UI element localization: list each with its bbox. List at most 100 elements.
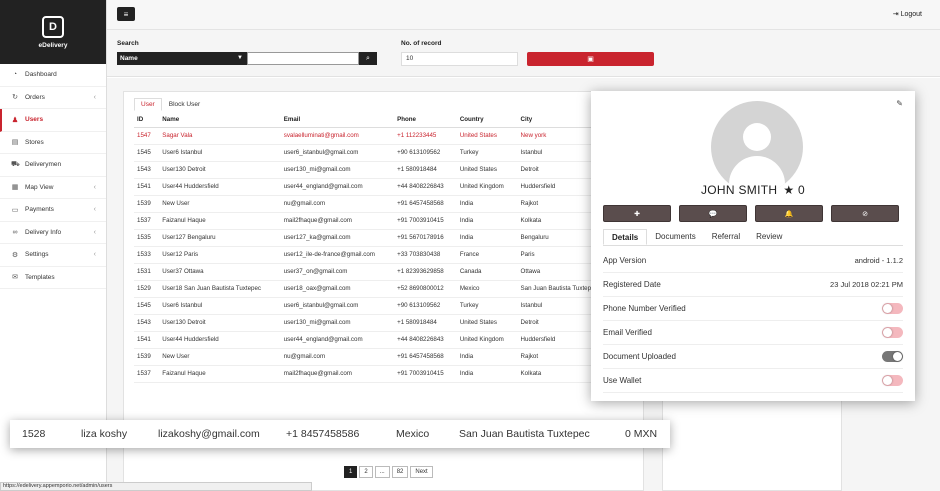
toggle-label: Email Verified xyxy=(603,328,652,337)
table-cell-id: 1545 xyxy=(134,144,160,162)
table-row[interactable]: 1529 User18 San Juan Bautista Tuxtepec use… xyxy=(134,280,639,298)
table-row[interactable]: 1531 User37 Ottawa user37_on@gmail.com +1 8… xyxy=(134,263,639,281)
sidebar-item-label: Settings xyxy=(25,251,49,259)
table-row[interactable]: 1541 User44 Huddersfield user44_england@gm… xyxy=(134,178,639,196)
table-cell-email: user44_england@gmail.com xyxy=(280,178,395,196)
table-row[interactable]: 1543 User130 Detroit user130_mi@gmail.com +… xyxy=(134,314,639,332)
search-button[interactable]: ⌕ xyxy=(359,52,377,65)
table-cell-name: User37 Ottawa xyxy=(159,263,281,281)
sidebar-item-deliverymen[interactable]: ⛟ Deliverymen xyxy=(0,154,106,177)
toggle-switch[interactable] xyxy=(882,303,903,314)
sidebar-item-settings[interactable]: ⚙ Settings ‹ xyxy=(0,244,106,267)
table-cell-id: 1535 xyxy=(134,229,160,247)
table-cell-phone: +91 5670178916 xyxy=(394,229,457,247)
table-row[interactable]: 1539 New User nu@gmail.com +91 6457458568 In… xyxy=(134,348,639,366)
toggle-switch[interactable] xyxy=(882,327,903,338)
pagination: 1 2 ... 82 Next xyxy=(344,466,433,478)
detail-value: 23 Jul 2018 02:21 PM xyxy=(830,280,903,289)
table-cell-id: 1533 xyxy=(134,246,160,264)
toggle-label: Phone Number Verified xyxy=(603,304,686,313)
sidebar-item-templates[interactable]: ✉ Templates xyxy=(0,267,106,289)
sidebar-item-stores[interactable]: ▤ Stores xyxy=(0,132,106,154)
sidebar-item-users[interactable]: ♟ Users xyxy=(0,109,106,132)
edit-pencil-icon[interactable]: ✎ xyxy=(896,99,903,108)
page-2-button[interactable]: 2 xyxy=(359,466,373,478)
page-1-button[interactable]: 1 xyxy=(344,466,358,478)
table-cell-phone: +90 613109562 xyxy=(394,297,457,315)
user-profile-card: ✎ JOHN SMITH ★ 0 ✚ 💬 🔔 ⊘ Details Documents… xyxy=(591,91,915,401)
profile-name-row: JOHN SMITH ★ 0 xyxy=(591,183,915,197)
chat-button[interactable]: 💬 xyxy=(679,205,747,222)
table-cell-name: Faizanul Haque xyxy=(159,365,281,383)
highlighted-user-row[interactable]: 1528 liza koshy lizakoshy@gmail.com +1 8… xyxy=(10,420,670,448)
add-button[interactable]: ✚ xyxy=(603,205,671,222)
notify-button[interactable]: 🔔 xyxy=(755,205,823,222)
sidebar-item-delivery-info[interactable]: ∞ Delivery Info ‹ xyxy=(0,222,106,244)
column-header-country[interactable]: Country xyxy=(456,112,518,128)
sidebar-item-payments[interactable]: ▭ Payments ‹ xyxy=(0,199,106,222)
menu-toggle-button[interactable]: ≡ xyxy=(117,7,135,21)
table-cell-country: India xyxy=(456,229,518,247)
next-page-button[interactable]: Next xyxy=(410,466,433,478)
column-header-name[interactable]: Name xyxy=(159,112,281,128)
tab-referral[interactable]: Referral xyxy=(704,229,748,245)
table-cell-id: 1545 xyxy=(134,297,160,315)
tab-documents[interactable]: Documents xyxy=(647,229,703,245)
block-button[interactable]: ⊘ xyxy=(831,205,899,222)
sidebar-item-label: Dashboard xyxy=(25,71,57,79)
link-icon: ∞ xyxy=(12,228,18,236)
sidebar-item-map-view[interactable]: ▦ Map View ‹ xyxy=(0,177,106,199)
sidebar-item-orders[interactable]: ↻ Orders ‹ xyxy=(0,87,106,109)
table-cell-country: United Kingdom xyxy=(456,331,518,349)
table-cell-country: India xyxy=(456,365,518,383)
users-table: ID Name Email Phone Country City 1547 Sagar Va… xyxy=(134,112,639,383)
table-row[interactable]: 1533 User12 Paris user12_ile-de-france@gma… xyxy=(134,246,639,264)
search-by-select[interactable]: Name ▼ xyxy=(117,52,247,65)
table-row[interactable]: 1537 Faizanul Haque mail2fhaque@gmail.com +… xyxy=(134,365,639,383)
table-row[interactable]: 1547 Sagar Vala svalaelluminati@gmail.com +… xyxy=(134,127,639,145)
chevron-left-icon: ‹ xyxy=(93,228,96,236)
search-input[interactable] xyxy=(247,52,359,65)
table-row[interactable]: 1535 User127 Bengaluru user127_ka@gmail.co… xyxy=(134,229,639,247)
table-cell-email: user6_istanbul@gmail.com xyxy=(280,144,395,162)
table-row[interactable]: 1539 New User nu@gmail.com +91 6457458568 In… xyxy=(134,195,639,213)
tab-block-user[interactable]: Block User xyxy=(162,98,207,111)
table-cell-country: United States xyxy=(456,127,518,145)
profile-tabs: Details Documents Referral Review xyxy=(603,229,903,246)
table-cell-name: User12 Paris xyxy=(159,246,281,264)
avatar xyxy=(711,101,803,193)
column-header-email[interactable]: Email xyxy=(280,112,395,128)
table-cell-id: 1529 xyxy=(134,280,160,298)
table-cell-name: User130 Detroit xyxy=(159,314,281,332)
table-cell-country: India xyxy=(456,195,518,213)
table-row[interactable]: 1545 User6 Istanbul user6_istanbul@gmail.c… xyxy=(134,144,639,162)
tab-details[interactable]: Details xyxy=(603,229,648,245)
toggle-switch[interactable] xyxy=(882,351,903,362)
table-row[interactable]: 1545 User6 Istanbul user6_istanbul@gmail.c… xyxy=(134,297,639,315)
star-icon: ★ xyxy=(783,183,795,197)
chevron-down-icon: ▼ xyxy=(237,55,243,61)
records-input[interactable]: 10 xyxy=(401,52,518,66)
logout-icon: ⇥ xyxy=(892,11,899,18)
sidebar-item-label: Users xyxy=(25,116,44,124)
table-cell-phone: +91 6457458568 xyxy=(394,348,457,366)
table-row[interactable]: 1537 Faizanul Haque mail2fhaque@gmail.com +… xyxy=(134,212,639,230)
page-82-button[interactable]: 82 xyxy=(391,466,409,478)
table-row[interactable]: 1541 User44 Huddersfield user44_england@gm… xyxy=(134,331,639,349)
table-row[interactable]: 1543 User130 Detroit user130_mi@gmail.com +… xyxy=(134,161,639,179)
table-cell-email: user18_oax@gmail.com xyxy=(280,280,395,298)
brand[interactable]: D eDelivery xyxy=(0,0,106,64)
sidebar-item-dashboard[interactable]: ◔ Dashboard xyxy=(0,64,106,87)
column-header-phone[interactable]: Phone xyxy=(394,112,457,128)
logout-link[interactable]: ⇥ Logout xyxy=(893,10,922,18)
tab-review[interactable]: Review xyxy=(748,229,790,245)
table-cell-email: nu@gmail.com xyxy=(280,348,395,366)
column-header-id[interactable]: ID xyxy=(134,112,160,128)
table-cell-country: Mexico xyxy=(456,280,518,298)
chevron-left-icon: ‹ xyxy=(93,183,96,191)
export-button[interactable]: ▣ xyxy=(527,52,654,66)
bell-icon: 🔔 xyxy=(784,210,794,218)
plus-icon: ✚ xyxy=(634,210,640,218)
toggle-switch[interactable] xyxy=(882,375,903,386)
tab-user[interactable]: User xyxy=(134,98,162,111)
